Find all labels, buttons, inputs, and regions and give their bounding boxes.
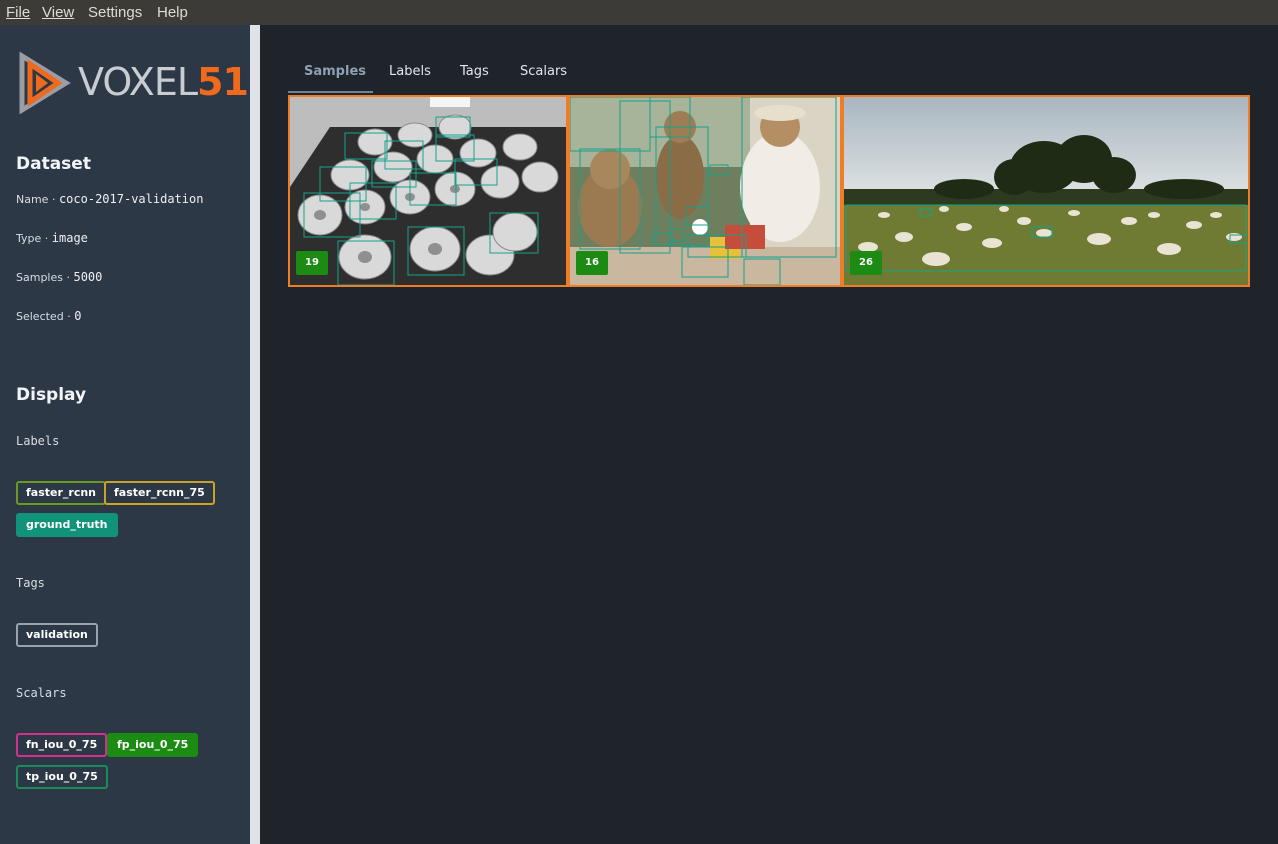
sample-thumbnail[interactable]: 26 <box>842 95 1250 287</box>
label-chip-ground-truth[interactable]: ground_truth <box>16 513 118 537</box>
dataset-type-value: image <box>51 231 88 245</box>
tab-tags[interactable]: Tags <box>460 64 489 79</box>
scalars-section-title: Scalars <box>16 686 67 700</box>
label-chip-faster-rcnn[interactable]: faster_rcnn <box>16 481 107 505</box>
dataset-type-row: Type · image <box>16 231 88 245</box>
sample-thumbnail[interactable]: 19 <box>288 95 568 287</box>
next-section-heading <box>16 835 22 844</box>
dataset-heading: Dataset <box>16 154 91 174</box>
sample-thumbnail[interactable]: 16 <box>568 95 842 287</box>
display-heading: Display <box>16 385 87 405</box>
label-count-badge: 26 <box>850 251 882 275</box>
main-panel: Samples Labels Tags Scalars 19 16 26 <box>260 25 1278 844</box>
tab-scalars[interactable]: Scalars <box>520 64 567 79</box>
label-chip-faster-rcnn-75[interactable]: faster_rcnn_75 <box>104 481 215 505</box>
tab-samples[interactable]: Samples <box>304 64 366 79</box>
dataset-selected-value: 0 <box>74 309 82 323</box>
menu-view[interactable]: View <box>42 4 74 21</box>
menu-settings[interactable]: Settings <box>88 4 142 21</box>
tab-labels[interactable]: Labels <box>389 64 431 79</box>
voxel51-logo: VOXEL51 <box>16 51 249 118</box>
menu-file[interactable]: File <box>6 4 30 21</box>
menu-bar: File View Settings Help <box>0 0 1278 25</box>
sidebar: VOXEL51 Dataset Name · coco-2017-validat… <box>0 25 250 844</box>
scalar-chip-fp-iou[interactable]: fp_iou_0_75 <box>107 733 199 757</box>
sample-image-sheep-field <box>844 97 1248 285</box>
sidebar-resize-handle[interactable] <box>250 25 260 844</box>
sample-image-teddy-bears <box>570 97 840 285</box>
active-tab-indicator <box>288 91 373 93</box>
dataset-name-value: coco-2017-validation <box>58 192 204 206</box>
scalar-chip-tp-iou[interactable]: tp_iou_0_75 <box>16 765 108 789</box>
sample-image-donuts <box>290 97 566 285</box>
dataset-samples-row: Samples · 5000 <box>16 270 103 284</box>
tags-section-title: Tags <box>16 576 45 590</box>
label-count-badge: 16 <box>576 251 608 275</box>
voxel51-logo-icon <box>19 51 71 115</box>
dataset-name-row: Name · coco-2017-validation <box>16 192 204 206</box>
scalar-chip-fn-iou[interactable]: fn_iou_0_75 <box>16 733 108 757</box>
dataset-samples-value: 5000 <box>73 270 103 284</box>
label-count-badge: 19 <box>296 251 328 275</box>
menu-help[interactable]: Help <box>157 4 188 21</box>
labels-section-title: Labels <box>16 434 60 448</box>
logo-text: VOXEL51 <box>78 60 249 104</box>
dataset-selected-row: Selected · 0 <box>16 309 82 323</box>
tag-chip-validation[interactable]: validation <box>16 623 98 647</box>
